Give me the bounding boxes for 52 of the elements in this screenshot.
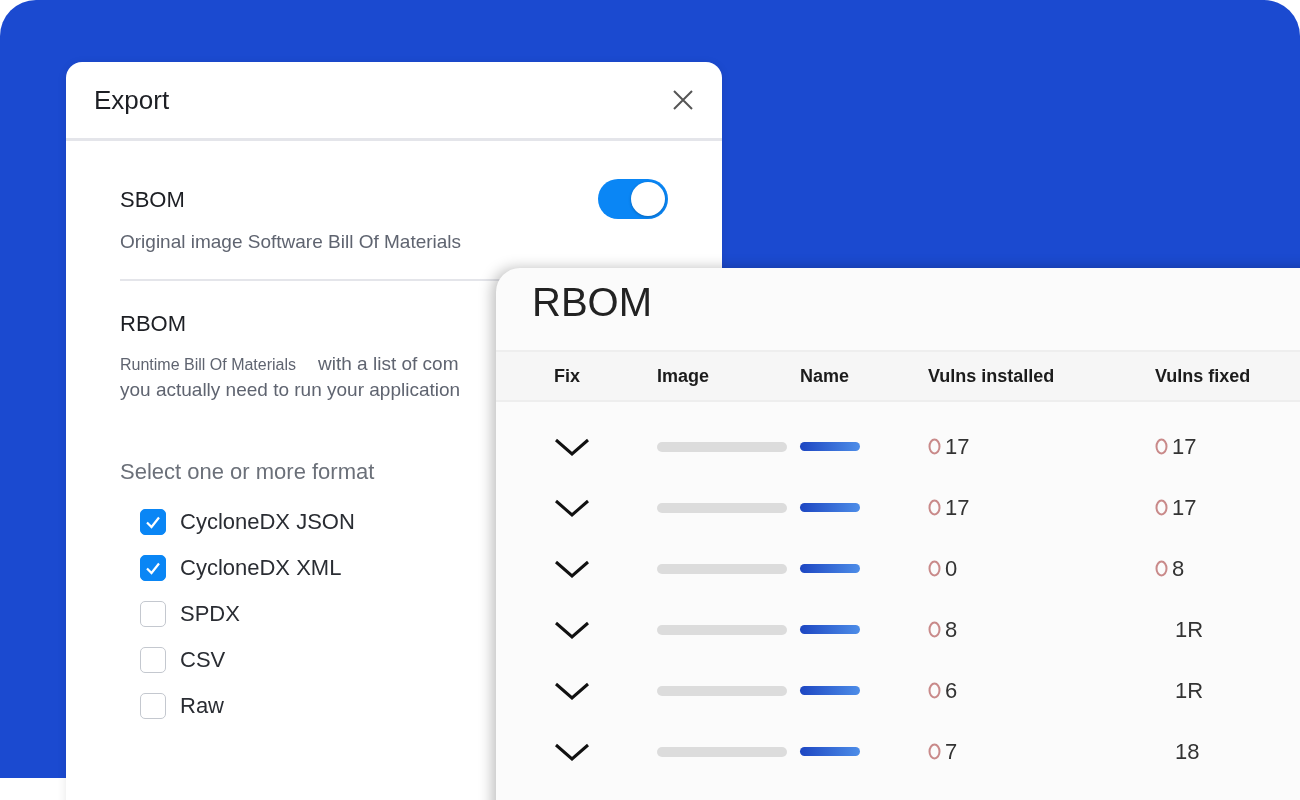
- vuln-count: 17: [945, 433, 970, 460]
- format-option: Raw: [180, 693, 224, 719]
- section-description: you actually need to run your application: [120, 379, 462, 401]
- name-placeholder: [800, 686, 860, 695]
- vuln-count: 8: [945, 616, 958, 643]
- close-icon[interactable]: [672, 89, 694, 111]
- toggle-switch[interactable]: [598, 179, 668, 219]
- name-placeholder: [800, 564, 860, 573]
- vuln-count: 8: [1172, 555, 1185, 582]
- dialog-title: Export: [94, 84, 170, 116]
- chevron-down-icon[interactable]: [554, 436, 590, 457]
- checkbox[interactable]: [140, 647, 166, 673]
- vuln-count: 6: [945, 677, 958, 704]
- section-title: RBOM: [120, 311, 187, 337]
- section-description: with a list of com: [318, 353, 459, 375]
- format-option: CSV: [180, 647, 226, 673]
- checkbox[interactable]: [140, 693, 166, 719]
- format-option: SPDX: [180, 601, 240, 627]
- column-header: Name: [800, 365, 851, 387]
- section-description: Original image Software Bill Of Materials: [120, 231, 462, 253]
- column-header: Fix: [554, 365, 581, 387]
- vuln-count: 1R: [1175, 616, 1204, 643]
- checkbox[interactable]: [140, 601, 166, 627]
- section-title: SBOM: [120, 187, 186, 213]
- vuln-count: 17: [1172, 494, 1197, 521]
- chevron-down-icon[interactable]: [554, 619, 590, 640]
- format-label: Select one or more format: [120, 459, 376, 485]
- vuln-count: 17: [945, 494, 970, 521]
- format-option: CycloneDX XML: [180, 555, 342, 581]
- column-header: Image: [657, 365, 711, 387]
- vuln-count: 18: [1175, 738, 1200, 765]
- check-icon: [145, 560, 161, 576]
- checkbox[interactable]: [140, 509, 166, 535]
- chevron-down-icon[interactable]: [554, 680, 590, 701]
- column-header: Vulns installed: [928, 365, 1056, 387]
- card-title: RBOM: [531, 279, 653, 326]
- vuln-count: 0: [945, 555, 958, 582]
- chevron-down-icon[interactable]: [554, 558, 590, 579]
- column-header: Vulns fixed: [1155, 365, 1252, 387]
- checkbox[interactable]: [140, 555, 166, 581]
- format-option: CycloneDX JSON: [180, 509, 355, 535]
- vuln-count: 1R: [1175, 677, 1204, 704]
- vuln-count: 7: [945, 738, 958, 765]
- chevron-down-icon[interactable]: [554, 741, 590, 762]
- name-placeholder: [800, 747, 860, 756]
- section-description: Runtime Bill Of Materials: [120, 356, 297, 374]
- check-icon: [145, 514, 161, 530]
- name-placeholder: [800, 442, 860, 451]
- name-placeholder: [800, 625, 860, 634]
- name-placeholder: [800, 503, 860, 512]
- vuln-count: 17: [1172, 433, 1197, 460]
- chevron-down-icon[interactable]: [554, 497, 590, 518]
